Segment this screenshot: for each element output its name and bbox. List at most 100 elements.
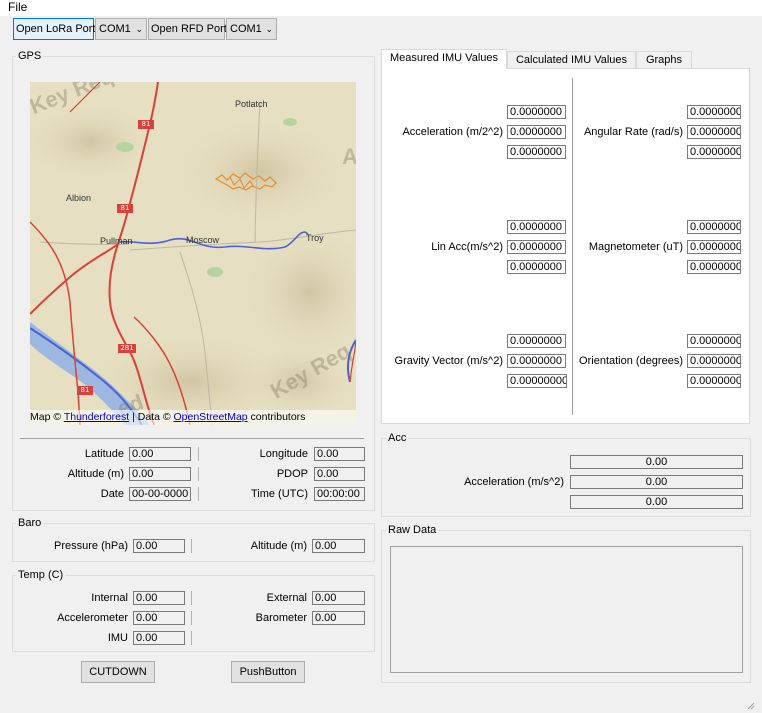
map-place-label: Pullman: [100, 236, 133, 246]
thunderforest-link[interactable]: Thunderforest: [64, 411, 129, 423]
gps-divider: [20, 438, 364, 439]
tab-measured-imu[interactable]: Measured IMU Values: [381, 49, 507, 69]
external-field[interactable]: 0.00: [312, 591, 365, 605]
gps-map[interactable]: 81 81 281 81 Potlatch Albion Pullman Mos…: [30, 82, 356, 425]
lora-com-value: COM1: [99, 23, 131, 35]
gps-altitude-label: Altitude (m): [67, 468, 124, 480]
acc-x-field[interactable]: 0.00: [570, 455, 743, 469]
time-label: Time (UTC): [250, 488, 308, 500]
separator: [191, 539, 192, 553]
barometer-field[interactable]: 0.00: [312, 611, 365, 625]
latitude-field[interactable]: 0.00: [129, 447, 191, 461]
pressure-field[interactable]: 0.00: [133, 539, 185, 553]
menubar: File: [0, 0, 762, 16]
route-shield: 81: [80, 386, 90, 394]
pdop-field[interactable]: 0.00: [314, 467, 365, 481]
chevron-down-icon: ⌄: [265, 24, 273, 34]
imu-label: IMU: [107, 632, 128, 644]
open-lora-port-button[interactable]: Open LoRa Port: [13, 18, 96, 40]
orientation-x[interactable]: 0.0000000: [687, 334, 741, 348]
rfd-com-select[interactable]: COM1 ⌄: [226, 18, 277, 40]
openstreetmap-link[interactable]: OpenStreetMap: [174, 411, 248, 423]
route-shield: 81: [120, 204, 130, 212]
pdop-label: PDOP: [276, 468, 308, 480]
rfd-com-value: COM1: [230, 23, 262, 35]
gravity-y[interactable]: 0.0000000: [507, 354, 566, 368]
imu-acceleration-x[interactable]: 0.0000000: [507, 105, 566, 119]
accelerometer-field[interactable]: 0.00: [133, 611, 185, 625]
magnetometer-x[interactable]: 0.0000000: [687, 220, 741, 234]
pressure-label: Pressure (hPa): [54, 540, 128, 552]
attribution-prefix: Map ©: [30, 411, 64, 423]
magnetometer-label: Magnetometer (uT): [588, 241, 683, 253]
acc-z-field[interactable]: 0.00: [570, 495, 743, 509]
separator: [198, 487, 199, 501]
cutdown-button[interactable]: CUTDOWN: [81, 661, 155, 683]
push-button[interactable]: PushButton: [231, 661, 305, 683]
separator: [191, 611, 192, 625]
tab-calculated-imu[interactable]: Calculated IMU Values: [507, 51, 636, 69]
imu-field[interactable]: 0.00: [133, 631, 185, 645]
lora-com-select[interactable]: COM1 ⌄: [95, 18, 147, 40]
orientation-label: Orientation (degrees): [579, 355, 683, 367]
map-watermark: A: [342, 144, 356, 169]
accelerometer-label: Accelerometer: [57, 612, 128, 624]
baro-group-title: Baro: [16, 517, 44, 529]
gravity-x[interactable]: 0.0000000: [507, 334, 566, 348]
longitude-label: Longitude: [259, 448, 308, 460]
external-label: External: [266, 592, 307, 604]
separator: [191, 591, 192, 605]
latitude-label: Latitude: [84, 448, 124, 460]
imu-divider: [572, 78, 573, 415]
raw-data-title: Raw Data: [386, 524, 439, 536]
baro-altitude-field[interactable]: 0.00: [312, 539, 365, 553]
lin-acc-label: Lin Acc(m/s^2): [431, 241, 503, 253]
gps-group-title: GPS: [16, 50, 44, 62]
lin-acc-y[interactable]: 0.0000000: [507, 240, 566, 254]
map-place-label: Albion: [66, 193, 92, 203]
longitude-field[interactable]: 0.00: [314, 447, 365, 461]
route-shield: 281: [120, 344, 134, 352]
separator: [198, 467, 199, 481]
internal-field[interactable]: 0.00: [133, 591, 185, 605]
internal-label: Internal: [91, 592, 128, 604]
baro-altitude-label: Altitude (m): [250, 540, 307, 552]
map-place-label: Potlatch: [235, 99, 268, 109]
size-grip-icon[interactable]: [745, 700, 755, 710]
orientation-y[interactable]: 0.0000000: [687, 354, 741, 368]
temp-group-title: Temp (C): [16, 569, 66, 581]
gravity-z[interactable]: 0.00000000: [507, 374, 567, 388]
imu-acceleration-y[interactable]: 0.0000000: [507, 125, 566, 139]
open-rfd-port-button[interactable]: Open RFD Port: [148, 18, 227, 40]
barometer-label: Barometer: [255, 612, 307, 624]
chevron-down-icon: ⌄: [135, 24, 143, 34]
time-field[interactable]: 00:00:00: [314, 487, 365, 501]
separator: [191, 631, 192, 645]
angular-rate-y[interactable]: 0.0000000: [687, 125, 741, 139]
separator: [198, 447, 199, 461]
acc-group-title: Acc: [386, 432, 409, 444]
raw-data-content: [391, 547, 742, 672]
route-shield: 81: [141, 120, 151, 128]
orientation-z[interactable]: 0.0000000: [687, 374, 741, 388]
map-place-label: Moscow: [186, 235, 220, 245]
gravity-vector-label: Gravity Vector (m/s^2): [394, 355, 503, 367]
map-place-label: Troy: [306, 233, 324, 243]
date-field[interactable]: 00-00-0000: [129, 487, 191, 501]
imu-acceleration-label: Acceleration (m/2^2): [402, 126, 503, 138]
acc-acceleration-label: Acceleration (m/s^2): [464, 476, 564, 488]
tab-graphs[interactable]: Graphs: [636, 51, 692, 69]
angular-rate-x[interactable]: 0.0000000: [687, 105, 741, 119]
gps-altitude-field[interactable]: 0.00: [129, 467, 191, 481]
lin-acc-x[interactable]: 0.0000000: [507, 220, 566, 234]
attribution-mid: | Data ©: [129, 411, 174, 423]
magnetometer-z[interactable]: 0.0000000: [687, 260, 741, 274]
acc-y-field[interactable]: 0.00: [570, 475, 743, 489]
lin-acc-z[interactable]: 0.0000000: [507, 260, 566, 274]
magnetometer-y[interactable]: 0.0000000: [687, 240, 741, 254]
angular-rate-z[interactable]: 0.0000000: [687, 145, 741, 159]
menu-file[interactable]: File: [8, 0, 27, 14]
raw-data-textbox[interactable]: [390, 546, 743, 673]
angular-rate-label: Angular Rate (rad/s): [583, 126, 683, 138]
imu-acceleration-z[interactable]: 0.0000000: [507, 145, 566, 159]
